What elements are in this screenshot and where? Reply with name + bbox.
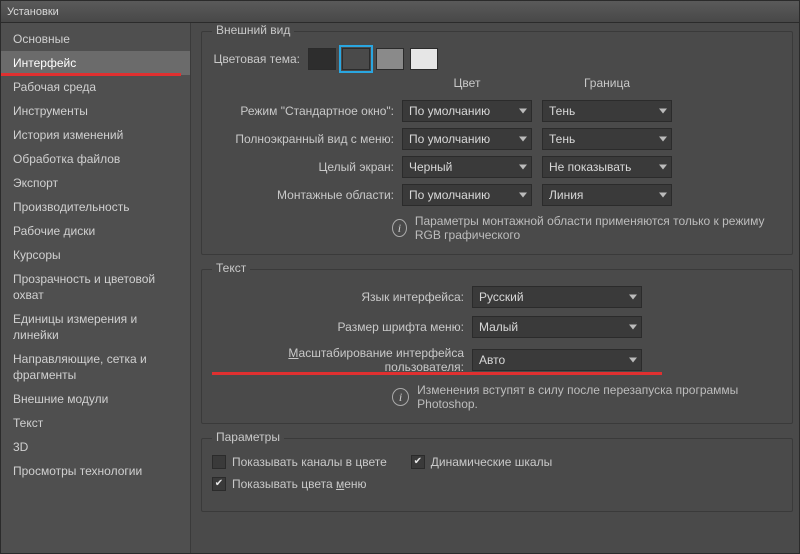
column-header-border: Граница xyxy=(542,76,672,94)
scale-label: Масштабирование интерфейса пользователя: xyxy=(212,346,472,374)
group-text: Текст Язык интерфейса: Русский Размер шр… xyxy=(201,269,793,424)
chevron-down-icon xyxy=(659,193,667,198)
chevron-down-icon xyxy=(519,165,527,170)
row-full-border-select[interactable]: Не показывать xyxy=(542,156,672,178)
column-header-color: Цвет xyxy=(402,76,532,94)
checkbox-dynamic-scales[interactable]: Динамические шкалы xyxy=(411,455,552,469)
group-options-title: Параметры xyxy=(212,430,284,444)
sidebar-item-0[interactable]: Основные xyxy=(1,27,190,51)
window-title: Установки xyxy=(7,6,59,18)
sidebar-item-1[interactable]: Интерфейс xyxy=(1,51,190,75)
chevron-down-icon xyxy=(659,137,667,142)
checkbox-show-channels-color[interactable]: Показывать каналы в цвете xyxy=(212,455,387,469)
fontsize-label: Размер шрифта меню: xyxy=(212,320,472,334)
chevron-down-icon xyxy=(629,358,637,363)
content-panel: Внешний вид Цветовая тема: Цвет Граница xyxy=(191,23,799,553)
checkbox-box-icon xyxy=(212,455,226,469)
appearance-info-text: Параметры монтажной области применяются … xyxy=(415,214,782,242)
chevron-down-icon xyxy=(519,193,527,198)
lang-select[interactable]: Русский xyxy=(472,286,642,308)
chevron-down-icon xyxy=(659,165,667,170)
checkbox-box-icon xyxy=(411,455,425,469)
row-standard-color-select[interactable]: По умолчанию xyxy=(402,100,532,122)
info-icon: i xyxy=(392,388,409,406)
row-fullscreen-border-select[interactable]: Тень xyxy=(542,128,672,150)
group-options: Параметры Показывать каналы в цвете Дина… xyxy=(201,438,793,512)
text-info-text: Изменения вступят в силу после перезапус… xyxy=(417,383,782,411)
titlebar: Установки xyxy=(1,1,799,23)
sidebar-item-7[interactable]: Производительность xyxy=(1,195,190,219)
row-fullscreen-label: Полноэкранный вид с меню: xyxy=(212,132,402,146)
sidebar-item-5[interactable]: Обработка файлов xyxy=(1,147,190,171)
row-artboard-label: Монтажные области: xyxy=(212,188,402,202)
row-full-color-select[interactable]: Черный xyxy=(402,156,532,178)
group-text-title: Текст xyxy=(212,261,250,275)
lang-label: Язык интерфейса: xyxy=(212,290,472,304)
theme-swatch-dark[interactable] xyxy=(342,48,370,70)
sidebar-item-15[interactable]: 3D xyxy=(1,435,190,459)
group-appearance-title: Внешний вид xyxy=(212,23,294,37)
checkbox-show-menu-colors[interactable]: Показывать цвета меню xyxy=(212,477,367,491)
sidebar-item-4[interactable]: История изменений xyxy=(1,123,190,147)
sidebar-active-underline xyxy=(1,73,181,76)
sidebar-item-8[interactable]: Рабочие диски xyxy=(1,219,190,243)
checkbox-label: Показывать цвета меню xyxy=(232,477,367,491)
info-icon: i xyxy=(392,219,407,237)
row-artboard-border-select[interactable]: Линия xyxy=(542,184,672,206)
sidebar-item-14[interactable]: Текст xyxy=(1,411,190,435)
chevron-down-icon xyxy=(519,137,527,142)
chevron-down-icon xyxy=(659,109,667,114)
sidebar-item-10[interactable]: Прозрачность и цветовой охват xyxy=(1,267,190,307)
color-theme-swatches xyxy=(308,48,438,70)
theme-swatch-light[interactable] xyxy=(410,48,438,70)
sidebar-item-9[interactable]: Курсоры xyxy=(1,243,190,267)
sidebar-item-16[interactable]: Просмотры технологии xyxy=(1,459,190,483)
theme-swatch-darkest[interactable] xyxy=(308,48,336,70)
chevron-down-icon xyxy=(629,325,637,330)
sidebar-item-2[interactable]: Рабочая среда xyxy=(1,75,190,99)
color-theme-label: Цветовая тема: xyxy=(212,52,308,66)
row-full-label: Целый экран: xyxy=(212,160,402,174)
checkbox-box-icon xyxy=(212,477,226,491)
scale-select[interactable]: Авто xyxy=(472,349,642,371)
row-artboard-color-select[interactable]: По умолчанию xyxy=(402,184,532,206)
row-standard-label: Режим "Стандартное окно": xyxy=(212,104,402,118)
preferences-window: Установки ОсновныеИнтерфейсРабочая среда… xyxy=(0,0,800,554)
sidebar: ОсновныеИнтерфейсРабочая средаИнструмент… xyxy=(1,23,191,553)
row-standard-border-select[interactable]: Тень xyxy=(542,100,672,122)
fontsize-select[interactable]: Малый xyxy=(472,316,642,338)
sidebar-item-12[interactable]: Направляющие, сетка и фрагменты xyxy=(1,347,190,387)
sidebar-item-3[interactable]: Инструменты xyxy=(1,99,190,123)
checkbox-label: Показывать каналы в цвете xyxy=(232,455,387,469)
chevron-down-icon xyxy=(519,109,527,114)
checkbox-label: Динамические шкалы xyxy=(431,455,552,469)
sidebar-item-11[interactable]: Единицы измерения и линейки xyxy=(1,307,190,347)
row-fullscreen-color-select[interactable]: По умолчанию xyxy=(402,128,532,150)
sidebar-item-13[interactable]: Внешние модули xyxy=(1,387,190,411)
group-appearance: Внешний вид Цветовая тема: Цвет Граница xyxy=(201,31,793,255)
theme-swatch-mid[interactable] xyxy=(376,48,404,70)
chevron-down-icon xyxy=(629,295,637,300)
sidebar-item-6[interactable]: Экспорт xyxy=(1,171,190,195)
